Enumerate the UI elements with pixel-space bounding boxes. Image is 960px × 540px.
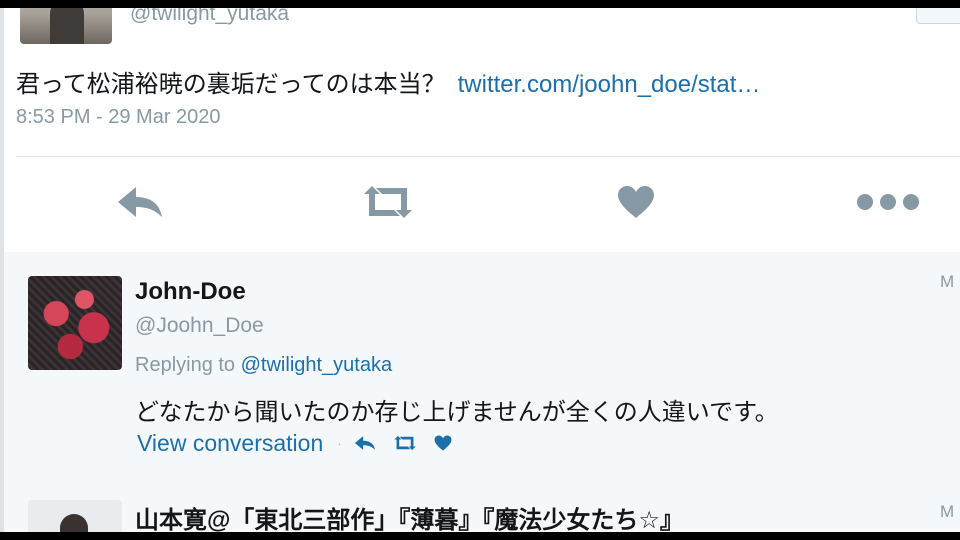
separator: · [337,435,342,451]
main-tweet-text: 君って松浦裕暁の裏垢だってのは本当？ twitter.com/joohn_doe/… [16,64,760,99]
like-button[interactable] [434,435,452,451]
main-tweet-timestamp[interactable]: 8:53 PM - 29 Mar 2020 [16,106,221,129]
next-tweet[interactable]: 山本寛@「東北三部作」『薄暮』『魔法少女たち☆』 M [4,480,960,532]
retweet-icon [364,186,412,218]
reply-tweet[interactable]: John-Doe @Joohn_Doe M Replying to @twili… [4,252,960,481]
replying-to: Replying to @twilight_yutaka [135,354,392,377]
reply-author-handle[interactable]: @Joohn_Doe [135,314,264,338]
reply-footer: View conversation · [137,428,468,458]
replying-to-mention[interactable]: @twilight_yutaka [241,354,392,376]
replying-to-label: Replying to [135,354,236,376]
reply-text: どなたから聞いたのか存じ上げませんが全くの人違いです。 [135,399,779,426]
main-tweet-body: 君って松浦裕暁の裏垢だってのは本当？ [16,71,446,98]
twitter-timeline: @twilight_yutaka 君って松浦裕暁の裏垢だってのは本当？ twitt… [0,8,960,532]
avatar[interactable] [20,8,112,44]
more-button[interactable] [850,178,926,226]
retweet-button[interactable] [356,178,420,226]
reply-timestamp[interactable]: M [940,272,954,292]
tweet-link[interactable]: twitter.com/joohn_doe/stat… [458,71,761,98]
reply-button[interactable] [354,435,376,451]
reply-icon [118,187,162,217]
next-tweet-timestamp[interactable]: M [940,502,954,522]
next-tweet-author-name[interactable]: 山本寛@「東北三部作」『薄暮』『魔法少女たち☆』 [135,500,684,532]
view-conversation-link[interactable]: View conversation [137,430,323,457]
avatar[interactable] [28,500,122,532]
reply-author-name[interactable]: John-Doe [135,278,246,306]
like-icon [434,435,452,451]
reply-button[interactable] [108,178,172,226]
divider [16,156,960,157]
main-tweet-handle[interactable]: @twilight_yutaka [130,8,289,26]
reply-icon [354,436,376,450]
follow-button[interactable] [916,8,960,24]
retweet-icon [394,435,416,451]
like-icon [618,186,654,218]
main-tweet: @twilight_yutaka 君って松浦裕暁の裏垢だってのは本当？ twitt… [4,8,960,253]
like-button[interactable] [604,178,668,226]
tweet-actions [4,178,960,226]
more-icon [857,194,919,210]
avatar[interactable] [28,276,122,370]
retweet-button[interactable] [392,435,418,451]
